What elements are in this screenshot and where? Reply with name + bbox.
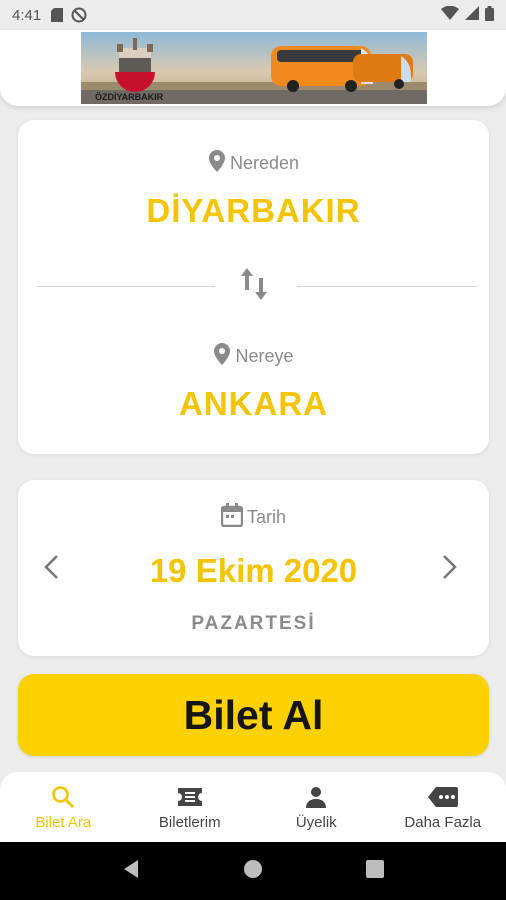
city-emblem-icon <box>115 38 155 92</box>
brand-text: ÖZDİYARBAKIR <box>95 92 164 102</box>
to-label: Nereye <box>235 346 294 366</box>
divider-left <box>37 286 215 287</box>
route-card: Nereden DİYARBAKIR Nereye ANKARA <box>18 120 489 454</box>
selected-weekday: PAZARTESİ <box>191 613 316 634</box>
wifi-icon <box>441 5 459 24</box>
date-label-row: Tarih <box>18 503 489 532</box>
nav-item-membership[interactable]: Üyelik <box>253 772 380 842</box>
home-icon[interactable] <box>243 859 263 884</box>
more-icon <box>427 784 458 810</box>
status-time: 4:41 <box>12 6 42 24</box>
system-nav-bar <box>0 842 506 900</box>
nav-label-tickets: Biletlerim <box>158 813 221 831</box>
nav-label-search: Bilet Ara <box>35 813 92 831</box>
from-label: Nereden <box>229 153 300 173</box>
nav-item-more[interactable]: Daha Fazla <box>380 772 506 842</box>
search-icon <box>51 784 75 810</box>
banner-illustration: ÖZDİYARBAKIR <box>81 38 427 104</box>
nav-item-search[interactable]: Bilet Ara <box>0 772 127 842</box>
date-label: Tarih <box>246 507 286 527</box>
brand-banner: ÖZDİYARBAKIR <box>81 32 427 104</box>
recents-icon[interactable] <box>366 859 385 883</box>
swap-icon <box>239 266 269 307</box>
battery-icon <box>485 5 494 25</box>
back-icon[interactable] <box>122 859 140 884</box>
sd-card-icon <box>51 8 64 22</box>
calendar-icon <box>220 503 244 532</box>
nav-item-tickets[interactable]: Biletlerim <box>127 772 254 842</box>
buy-ticket-button[interactable]: Bilet Al <box>18 674 489 756</box>
selected-date[interactable]: 19 Ekim 2020 <box>18 552 489 590</box>
next-date-button[interactable] <box>435 554 465 584</box>
do-not-disturb-icon <box>71 7 87 23</box>
from-label-row[interactable]: Nereden <box>18 150 489 177</box>
location-pin-icon <box>208 150 226 177</box>
person-icon <box>305 784 327 810</box>
date-card: Tarih 19 Ekim 2020 PAZARTESİ <box>18 480 489 656</box>
to-label-row[interactable]: Nereye <box>18 343 489 370</box>
status-bar: 4:41 <box>0 0 506 30</box>
divider-right <box>297 286 477 287</box>
to-city[interactable]: ANKARA <box>18 385 489 423</box>
status-right <box>441 5 494 25</box>
app-header: ÖZDİYARBAKIR <box>0 30 506 106</box>
swap-cities-button[interactable] <box>236 266 272 306</box>
location-pin-icon <box>213 343 231 370</box>
from-city[interactable]: DİYARBAKIR <box>18 192 489 230</box>
nav-label-membership: Üyelik <box>295 813 337 831</box>
signal-icon <box>465 6 479 24</box>
nav-label-more: Daha Fazla <box>404 813 482 831</box>
chevron-right-icon <box>442 554 458 585</box>
ticket-icon <box>177 784 203 810</box>
bottom-nav: Bilet Ara Biletlerim Üyelik Daha Fazla <box>0 772 506 842</box>
